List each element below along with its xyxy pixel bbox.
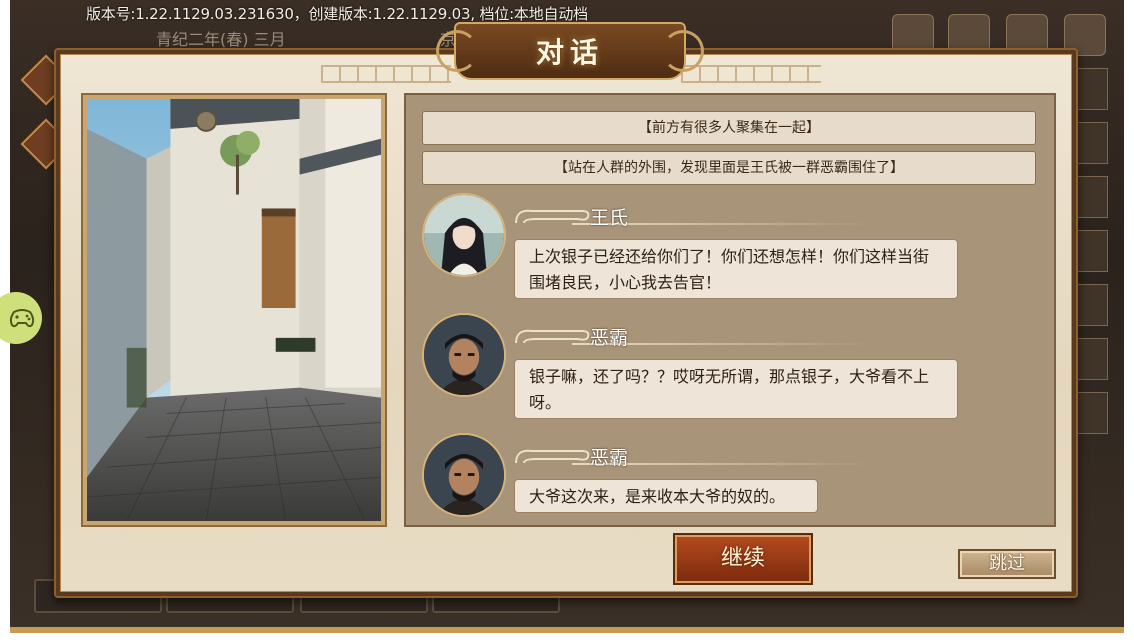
speech-bubble: 银子嘛，还了吗？？哎呀无所谓，那点银子，大爷看不上呀。 [514,359,958,419]
thug-avatar [422,433,506,517]
dialogue-parchment: 【前方有很多人聚集在一起】 【站在人群的外围，发现里面是王氏被一群恶霸围住了】 [60,54,1072,592]
female-portrait-icon [424,195,504,275]
speech-bubble: 大爷这次来，是来收本大爷的奴的。 [514,479,818,513]
background-side-tab [1076,176,1108,218]
background-date: 青纪二年(春) 三月 [156,30,286,49]
speech-entry: 王氏 上次银子已经还给你们了！你们还想怎样！你们这样当街围堵良民，小心我去告官！ [422,193,1042,305]
continue-button[interactable]: 继续 [675,535,811,583]
speech-entry: 恶霸 银子嘛，还了吗？？哎呀无所谓，那点银子，大爷看不上呀。 [422,313,1042,425]
male-portrait-icon [424,435,504,515]
speaker-name: 恶霸 [590,447,629,469]
male-portrait-icon [424,315,504,395]
background-side-tab [1076,122,1108,164]
speech-bubble: 上次银子已经还给你们了！你们还想怎样！你们这样当街围堵良民，小心我去告官！ [514,239,958,299]
background-side-tab [1076,230,1108,272]
dialogue-log[interactable]: 【前方有很多人聚集在一起】 【站在人群的外围，发现里面是王氏被一群恶霸围住了】 [404,93,1056,527]
scene-illustration [81,93,387,527]
dialog-title: 对话 [535,36,604,69]
speaker-name: 王氏 [590,207,629,229]
speaker-name: 恶霸 [590,327,629,349]
version-info: 版本号:1.22.1129.03.231630，创建版本:1.22.1129.0… [86,5,588,23]
decorative-border [321,65,451,83]
thug-avatar [422,313,506,397]
narration-line: 【前方有很多人聚集在一起】 [422,111,1036,145]
dialog-title-plaque: 对话 [436,22,686,80]
background-side-tab [1076,284,1108,326]
gamepad-icon [9,309,35,328]
decorative-border [681,65,821,83]
skip-button[interactable]: 跳过 [958,549,1056,579]
wangshi-avatar [422,193,506,277]
alley-scene-image [87,99,381,521]
background-side-tab [1076,392,1108,434]
speech-entry: 恶霸 大爷这次来，是来收本大爷的奴的。 [422,433,1042,525]
background-side-tab [1076,338,1108,380]
narration-line: 【站在人群的外围，发现里面是王氏被一群恶霸围住了】 [422,151,1036,185]
background-side-tab [1076,68,1108,110]
dialogue-window: 【前方有很多人聚集在一起】 【站在人群的外围，发现里面是王氏被一群恶霸围住了】 [54,22,1078,598]
